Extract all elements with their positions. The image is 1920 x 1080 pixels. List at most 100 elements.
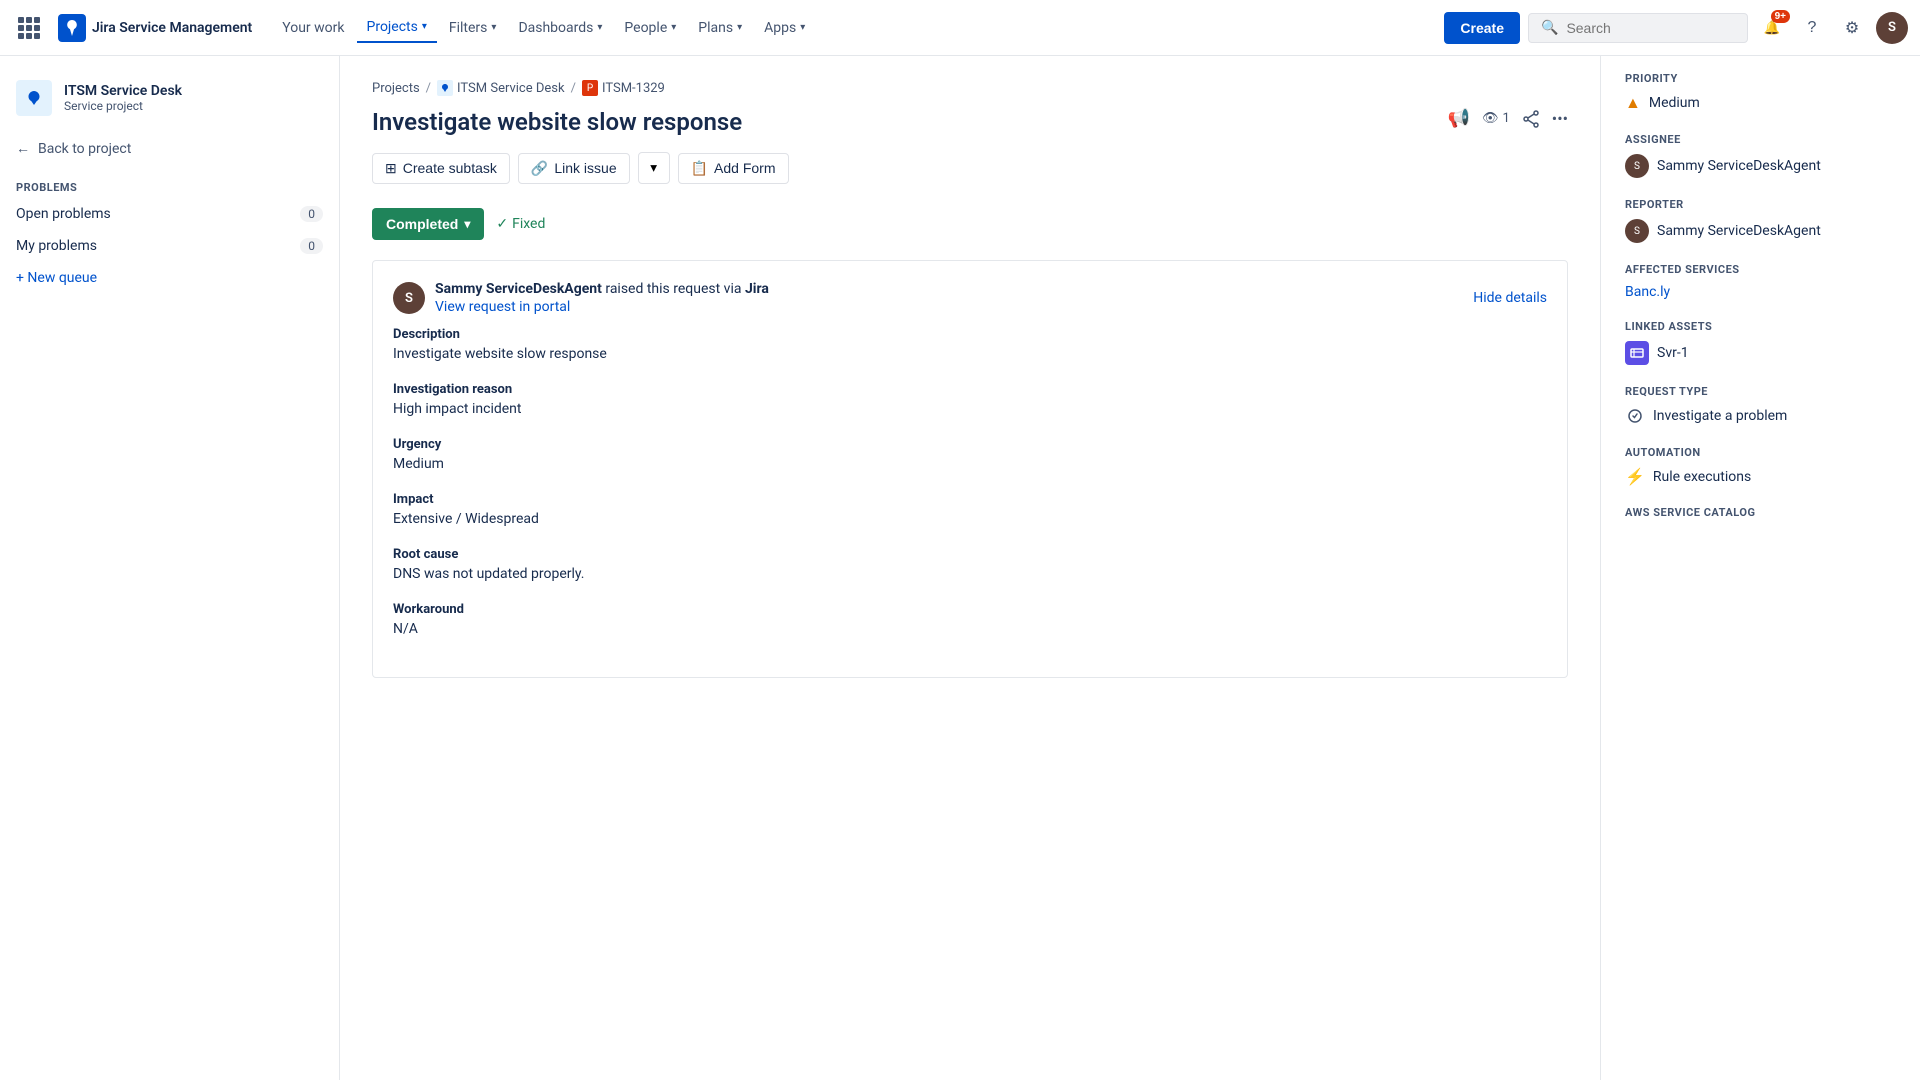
issue-header-actions: 📢 👁 1 •••: [1448, 108, 1568, 129]
asset-name: Svr-1: [1657, 345, 1689, 361]
sidebar-item-open-problems[interactable]: Open problems 0: [0, 198, 339, 230]
link-issue-button[interactable]: 🔗 Link issue: [518, 153, 630, 184]
sidebar-item-my-problems[interactable]: My problems 0: [0, 230, 339, 262]
user-avatar[interactable]: S: [1876, 12, 1908, 44]
content-area: Projects / ITSM Service Desk / P ITSM-13…: [340, 56, 1600, 1080]
request-type-value: Investigate a problem: [1625, 406, 1896, 426]
search-icon: 🔍: [1541, 20, 1558, 36]
breadcrumb-projects[interactable]: Projects: [372, 81, 420, 96]
plans-chevron: ▾: [737, 22, 742, 33]
logo[interactable]: Jira Service Management: [58, 14, 252, 42]
breadcrumb-project-name[interactable]: ITSM Service Desk: [457, 81, 565, 96]
automation-label: Automation: [1625, 446, 1896, 459]
megaphone-icon: 📢: [1448, 108, 1470, 129]
status-label: Completed: [386, 216, 458, 232]
notifications-button[interactable]: 🔔 9+: [1756, 12, 1788, 44]
nav-dashboards[interactable]: Dashboards ▾: [508, 14, 612, 42]
add-form-button[interactable]: 📋 Add Form: [678, 153, 789, 184]
create-subtask-button[interactable]: ⊞ Create subtask: [372, 153, 510, 184]
more-options-button[interactable]: •••: [1552, 109, 1568, 128]
nav-plans[interactable]: Plans ▾: [688, 14, 752, 42]
description-value: Investigate website slow response: [393, 346, 1547, 362]
nav-projects[interactable]: Projects ▾: [357, 13, 437, 43]
hide-details-link[interactable]: Hide details: [1473, 290, 1547, 306]
assignee-avatar: S: [1625, 154, 1649, 178]
check-icon: ✓: [496, 216, 508, 232]
grid-apps-button[interactable]: [12, 11, 46, 45]
open-problems-count: 0: [300, 206, 323, 222]
right-panel: Priority ▲ Medium Assignee S Sammy Servi…: [1600, 56, 1920, 1080]
urgency-value: Medium: [393, 456, 1547, 472]
project-header: ITSM Service Desk Service project: [0, 72, 339, 132]
requester-info: Sammy ServiceDeskAgent raised this reque…: [435, 281, 769, 297]
root-cause-value: DNS was not updated properly.: [393, 566, 1547, 582]
priority-value: ▲ Medium: [1625, 93, 1896, 113]
gear-icon: ⚙: [1845, 18, 1859, 38]
new-queue-button[interactable]: + New queue: [0, 262, 339, 294]
notification-badge: 9+: [1771, 10, 1790, 23]
status-row: Completed ▾ ✓ Fixed: [372, 208, 1568, 240]
assignee-label: Assignee: [1625, 133, 1896, 146]
search-box[interactable]: 🔍: [1528, 13, 1748, 43]
main-area: Projects / ITSM Service Desk / P ITSM-13…: [340, 56, 1920, 1080]
filters-chevron: ▾: [491, 22, 496, 33]
nav-your-work[interactable]: Your work: [272, 14, 354, 42]
link-icon: 🔗: [531, 160, 548, 177]
field-impact: Impact Extensive / Widespread: [393, 492, 1547, 527]
dashboards-chevron: ▾: [597, 22, 602, 33]
request-type-label: Request Type: [1625, 385, 1896, 398]
help-icon: ?: [1808, 19, 1817, 37]
requester-avatar: S: [393, 282, 425, 314]
breadcrumb-issue-id[interactable]: ITSM-1329: [602, 81, 665, 96]
search-input[interactable]: [1566, 20, 1735, 36]
view-portal-link[interactable]: View request in portal: [435, 299, 570, 315]
lightning-icon: ⚡: [1625, 467, 1645, 486]
reporter-avatar: S: [1625, 219, 1649, 243]
priority-icon: ▲: [1625, 93, 1641, 113]
root-cause-label: Root cause: [393, 547, 1547, 562]
project-name: ITSM Service Desk: [64, 83, 182, 99]
aws-label: AWS Service Catalog: [1625, 506, 1896, 519]
subtask-icon: ⊞: [385, 160, 397, 177]
request-type-icon: [1625, 406, 1645, 426]
reporter-label: Reporter: [1625, 198, 1896, 211]
help-button[interactable]: ?: [1796, 12, 1828, 44]
chevron-down-icon: ▾: [650, 160, 657, 176]
project-type: Service project: [64, 99, 182, 113]
nav-people[interactable]: People ▾: [614, 14, 686, 42]
watcher-count: 1: [1502, 111, 1509, 126]
nav-apps[interactable]: Apps ▾: [754, 14, 815, 42]
breadcrumb: Projects / ITSM Service Desk / P ITSM-13…: [372, 80, 1568, 96]
breadcrumb-sep-1: /: [426, 81, 431, 96]
requester-name: Sammy ServiceDeskAgent: [435, 281, 602, 297]
status-completed-button[interactable]: Completed ▾: [372, 208, 484, 240]
settings-button[interactable]: ⚙: [1836, 12, 1868, 44]
priority-label: Priority: [1625, 72, 1896, 85]
page-body: ITSM Service Desk Service project ← Back…: [0, 56, 1920, 1080]
investigation-reason-label: Investigation reason: [393, 382, 1547, 397]
affected-services-label: Affected services: [1625, 263, 1896, 276]
create-button[interactable]: Create: [1444, 12, 1520, 44]
issue-title-row: Investigate website slow response 📢 👁 1 …: [372, 108, 1568, 136]
linked-assets-section: LINKED ASSETS Svr-1: [1625, 320, 1896, 365]
assignee-value: S Sammy ServiceDeskAgent: [1625, 154, 1896, 178]
back-to-project-button[interactable]: ← Back to project: [0, 132, 339, 165]
status-chevron-icon: ▾: [464, 217, 470, 231]
detail-card: S Sammy ServiceDeskAgent raised this req…: [372, 260, 1568, 678]
toolbar-more-dropdown[interactable]: ▾: [638, 152, 670, 184]
request-type-section: Request Type Investigate a problem: [1625, 385, 1896, 426]
resolution-badge: ✓ Fixed: [496, 216, 545, 232]
description-label: Description: [393, 327, 1547, 342]
issue-title: Investigate website slow response: [372, 108, 742, 136]
apps-chevron: ▾: [800, 22, 805, 33]
reporter-value: S Sammy ServiceDeskAgent: [1625, 219, 1896, 243]
watch-button[interactable]: 👁 1: [1482, 111, 1510, 126]
nav-filters[interactable]: Filters ▾: [439, 14, 507, 42]
aws-section: AWS Service Catalog: [1625, 506, 1896, 519]
form-icon: 📋: [691, 160, 708, 177]
affected-service-link[interactable]: Banc.ly: [1625, 284, 1670, 300]
impact-value: Extensive / Widespread: [393, 511, 1547, 527]
linked-assets-label: LINKED ASSETS: [1625, 320, 1896, 333]
sidebar: ITSM Service Desk Service project ← Back…: [0, 56, 340, 1080]
share-button[interactable]: [1522, 110, 1540, 128]
